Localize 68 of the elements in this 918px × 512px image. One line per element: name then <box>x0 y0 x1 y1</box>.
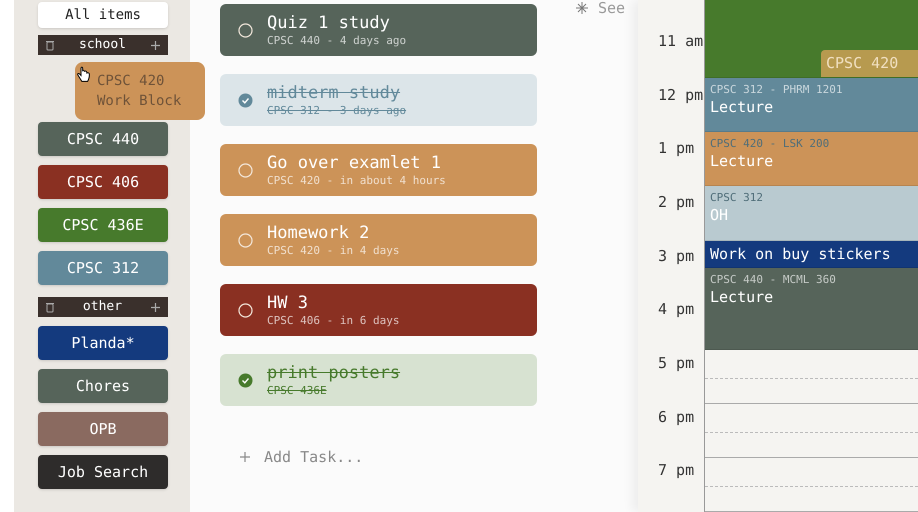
group-name: other <box>82 298 122 316</box>
all-items-button[interactable]: All items <box>38 2 168 28</box>
list-button[interactable]: CPSC 436E <box>38 208 168 242</box>
checked-circle-icon[interactable] <box>238 92 253 108</box>
event-title: Lecture <box>710 287 774 308</box>
list-button[interactable]: OPB <box>38 412 168 446</box>
time-label: 7 pm <box>658 461 694 480</box>
task-title: Go over examlet 1 <box>267 152 442 174</box>
time-label: 2 pm <box>658 193 694 212</box>
task-subtitle: CPSC 420 - in about 4 hours <box>267 174 446 188</box>
task-card[interactable]: Go over examlet 1 CPSC 420 - in about 4 hours <box>220 144 537 196</box>
task-card[interactable]: Homework 2 CPSC 420 - in 4 days <box>220 214 537 266</box>
circle-icon[interactable] <box>238 22 253 38</box>
task-title: midterm study <box>267 82 402 104</box>
task-title: Homework 2 <box>267 222 370 244</box>
plus-icon[interactable] <box>240 452 250 462</box>
task-subtitle: CPSC 440 - 4 days ago <box>267 34 406 48</box>
sparkle-icon <box>576 2 588 14</box>
time-label: 3 pm <box>658 246 694 265</box>
event-title: Lecture <box>710 96 774 117</box>
task-title: HW 3 <box>267 292 309 314</box>
hand-cursor-icon <box>76 66 91 85</box>
event-subtitle: CPSC 440 - MCML 360 <box>710 273 837 288</box>
event-title: OH <box>710 205 730 226</box>
add-icon[interactable] <box>151 40 160 50</box>
checked-circle-icon[interactable] <box>238 372 253 388</box>
time-label: 4 pm <box>658 300 694 318</box>
list-button[interactable]: CPSC 440 <box>38 122 168 156</box>
task-card[interactable]: Quiz 1 study CPSC 440 - 4 days ago <box>220 4 537 56</box>
circle-icon[interactable] <box>238 302 253 318</box>
drag-title: CPSC 420 <box>97 72 166 91</box>
task-subtitle: CPSC 406 - in 6 days <box>267 314 400 328</box>
time-label: 11 am <box>658 32 704 50</box>
event-subtitle: CPSC 312 - PHRM 1201 <box>710 82 844 97</box>
event-title: Lecture <box>710 150 774 171</box>
list-button[interactable]: CPSC 406 <box>38 165 168 199</box>
calendar-event[interactable]: CPSC 312 OH <box>705 186 918 241</box>
calendar-event[interactable]: CPSC 312 - PHRM 1201 Lecture <box>705 78 918 132</box>
see-link[interactable]: See <box>598 0 626 20</box>
list-button[interactable]: Chores <box>38 369 168 403</box>
event-subtitle: CPSC 420 - LSK 200 <box>710 136 830 151</box>
drag-subtitle: Work Block <box>97 92 182 111</box>
task-card[interactable]: print posters CPSC 436E <box>220 354 537 406</box>
list-button[interactable]: Planda* <box>38 326 168 360</box>
calendar-event[interactable]: CPSC 420 - LSK 200 Lecture <box>705 132 918 186</box>
trash-icon[interactable] <box>46 40 54 50</box>
task-card[interactable]: midterm study CPSC 312 - 3 days ago <box>220 74 537 126</box>
list-button[interactable]: Job Search <box>38 455 168 489</box>
task-subtitle: CPSC 312 - 3 days ago <box>267 104 406 118</box>
add-task-button[interactable]: Add Task... <box>264 446 364 468</box>
event-preview: CPSC 420 <box>821 50 918 77</box>
event-title: Work on buy stickers <box>710 244 892 264</box>
time-label: 1 pm <box>658 139 694 158</box>
trash-icon[interactable] <box>46 302 54 312</box>
time-label: 5 pm <box>658 354 694 372</box>
task-card[interactable]: HW 3 CPSC 406 - in 6 days <box>220 284 537 336</box>
group-name: school <box>79 36 126 54</box>
calendar-event[interactable]: Work on buy stickers <box>705 240 918 268</box>
list-button[interactable]: CPSC 312 <box>38 251 168 285</box>
time-label: 6 pm <box>658 408 694 426</box>
event-subtitle: CPSC 312 <box>710 191 764 206</box>
task-subtitle: CPSC 420 - in 4 days <box>267 244 400 258</box>
task-title: print posters <box>267 362 400 384</box>
time-label: 12 pm <box>658 86 704 104</box>
task-title: Quiz 1 study <box>267 12 391 34</box>
task-subtitle: CPSC 436E <box>267 384 328 398</box>
add-icon[interactable] <box>150 302 160 312</box>
calendar-event[interactable]: CPSC 440 - MCML 360 Lecture <box>705 268 918 350</box>
